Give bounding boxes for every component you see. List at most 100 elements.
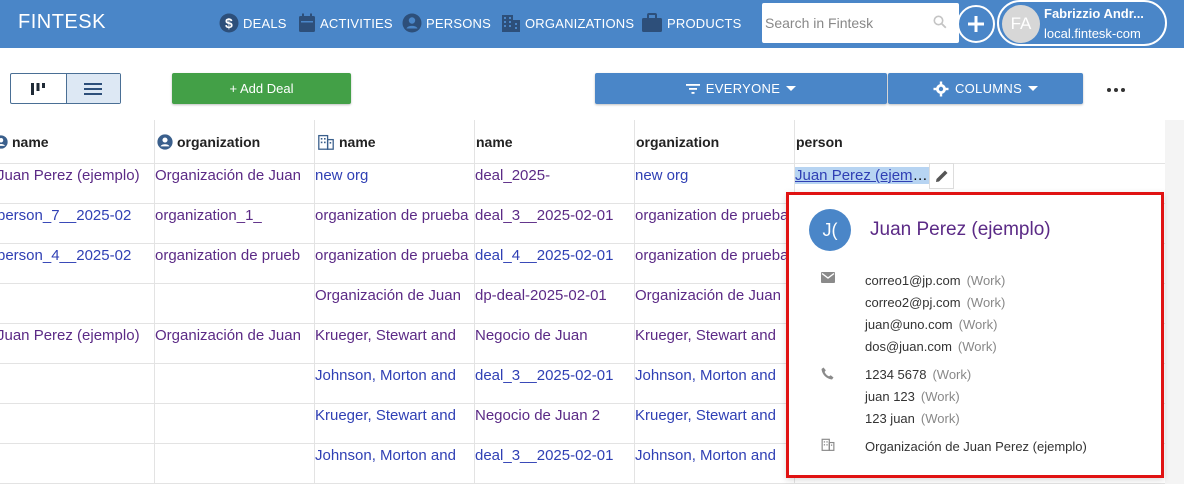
- nav-organizations-label: ORGANIZATIONS: [525, 15, 635, 31]
- deal-org-cell[interactable]: new org: [635, 164, 795, 204]
- app-logo[interactable]: FINTESK: [18, 11, 106, 34]
- column-header[interactable]: name: [475, 120, 635, 164]
- user-host: local.fintesk-com: [1044, 26, 1141, 41]
- more-options-button[interactable]: [1104, 80, 1128, 100]
- popup-email[interactable]: correo1@jp.com (Work): [865, 273, 1005, 288]
- deal-name-cell[interactable]: deal_3__2025-02-01: [475, 444, 635, 484]
- popup-email[interactable]: juan@uno.com (Work): [865, 317, 997, 332]
- nav-deals[interactable]: $ DEALS: [219, 12, 287, 34]
- filter-icon: [685, 83, 700, 94]
- phone-value: juan 123: [865, 389, 915, 404]
- list-icon: [84, 82, 103, 95]
- person-org-cell[interactable]: [155, 364, 315, 404]
- deal-name-cell[interactable]: dp-deal-2025-02-01: [475, 284, 635, 324]
- add-deal-button[interactable]: + Add Deal: [172, 73, 351, 104]
- person-icon: [402, 13, 422, 33]
- deal-org-cell[interactable]: Johnson, Morton and: [635, 364, 795, 404]
- person-org-cell[interactable]: [155, 404, 315, 444]
- column-header[interactable]: organization: [155, 120, 315, 164]
- person-name-cell[interactable]: Juan Perez (ejemplo): [0, 164, 155, 204]
- avatar: FA: [1002, 5, 1040, 43]
- person-name-cell[interactable]: person_7__2025-02: [0, 204, 155, 244]
- nav-activities[interactable]: ACTIVITIES: [298, 12, 393, 34]
- column-header[interactable]: organization: [635, 120, 795, 164]
- everyone-filter-button[interactable]: EVERYONE: [595, 73, 887, 104]
- columns-button[interactable]: COLUMNS: [888, 73, 1083, 104]
- building-icon: [318, 134, 334, 150]
- search-icon: [933, 15, 947, 29]
- email-type: (Work): [966, 295, 1006, 310]
- deal-person-link[interactable]: Juan Perez (ejemplo): [795, 167, 929, 184]
- caret-down-icon: [786, 85, 797, 91]
- column-header-label: name: [339, 134, 376, 150]
- person-org-cell[interactable]: Organización de Juan: [155, 324, 315, 364]
- person-name-cell[interactable]: [0, 404, 155, 444]
- person-org-cell[interactable]: [155, 284, 315, 324]
- more-icon: [1107, 88, 1125, 92]
- popup-phone[interactable]: 1234 5678 (Work): [865, 367, 971, 382]
- org-name-cell[interactable]: new org: [315, 164, 475, 204]
- svg-text:$: $: [225, 15, 233, 31]
- person-org-cell[interactable]: [155, 444, 315, 484]
- column-header[interactable]: name: [315, 120, 475, 164]
- org-name-cell[interactable]: Johnson, Morton and: [315, 364, 475, 404]
- email-value: correo2@pj.com: [865, 295, 961, 310]
- org-name-cell[interactable]: organization de prueba: [315, 244, 475, 284]
- deal-name-cell[interactable]: deal_3__2025-02-01: [475, 364, 635, 404]
- org-name-cell[interactable]: organization de prueba: [315, 204, 475, 244]
- popup-email[interactable]: correo2@pj.com (Work): [865, 295, 1005, 310]
- column-header-label: organization: [177, 134, 261, 150]
- kanban-icon: [31, 82, 46, 95]
- person-org-cell[interactable]: organization de prueb: [155, 244, 315, 284]
- column-header[interactable]: person: [795, 120, 955, 164]
- edit-cell-button[interactable]: [929, 163, 954, 189]
- column-header-label: organization: [636, 134, 720, 150]
- person-name-cell[interactable]: Juan Perez (ejemplo): [0, 324, 155, 364]
- deal-org-cell[interactable]: organization de prueba: [635, 244, 795, 284]
- nav-organizations[interactable]: ORGANIZATIONS: [501, 12, 634, 34]
- search-input[interactable]: [762, 3, 927, 43]
- deal-org-cell[interactable]: Johnson, Morton and: [635, 444, 795, 484]
- popup-person-name[interactable]: Juan Perez (ejemplo): [870, 219, 1051, 241]
- nav-activities-label: ACTIVITIES: [320, 15, 393, 31]
- caret-down-icon: [1028, 85, 1039, 91]
- deal-org-cell[interactable]: Krueger, Stewart and: [635, 324, 795, 364]
- person-name-cell[interactable]: [0, 284, 155, 324]
- top-bar: FINTESK $ DEALS ACTIVITIES PERSONS ORGAN…: [0, 0, 1184, 48]
- list-view-button[interactable]: [65, 74, 120, 103]
- nav-persons-label: PERSONS: [426, 15, 491, 31]
- person-org-cell[interactable]: organization_1_: [155, 204, 315, 244]
- deal-name-cell[interactable]: deal_3__2025-02-01: [475, 204, 635, 244]
- email-value: correo1@jp.com: [865, 273, 961, 288]
- deal-org-cell[interactable]: Organización de Juan: [635, 284, 795, 324]
- org-name-cell[interactable]: Johnson, Morton and: [315, 444, 475, 484]
- email-type: (Work): [957, 339, 997, 354]
- person-org-cell[interactable]: Organización de Juan: [155, 164, 315, 204]
- org-name-cell[interactable]: Organización de Juan: [315, 284, 475, 324]
- deal-name-cell[interactable]: Negocio de Juan 2: [475, 404, 635, 444]
- deal-org-cell[interactable]: organization de prueba: [635, 204, 795, 244]
- popup-phone[interactable]: 123 juan (Work): [865, 411, 960, 426]
- person-name-cell[interactable]: person_4__2025-02: [0, 244, 155, 284]
- phone-value: 1234 5678: [865, 367, 927, 382]
- org-name-cell[interactable]: Krueger, Stewart and: [315, 324, 475, 364]
- nav-persons[interactable]: PERSONS: [402, 12, 491, 34]
- person-name-cell[interactable]: [0, 364, 155, 404]
- phone-type: (Work): [920, 389, 960, 404]
- pipeline-view-button[interactable]: [11, 74, 66, 103]
- popup-email[interactable]: dos@juan.com (Work): [865, 339, 997, 354]
- deal-name-cell[interactable]: Negocio de Juan: [475, 324, 635, 364]
- deal-name-cell[interactable]: deal_2025-: [475, 164, 635, 204]
- deal-name-cell[interactable]: deal_4__2025-02-01: [475, 244, 635, 284]
- deal-org-cell[interactable]: Krueger, Stewart and: [635, 404, 795, 444]
- org-name-cell[interactable]: Krueger, Stewart and: [315, 404, 475, 444]
- person-name-cell[interactable]: [0, 444, 155, 484]
- popup-phone[interactable]: juan 123 (Work): [865, 389, 960, 404]
- user-menu[interactable]: FA Fabrizzio Andr... local.fintesk-com: [997, 0, 1167, 46]
- quick-add-button[interactable]: [957, 5, 995, 43]
- person-icon: [0, 135, 8, 149]
- nav-products[interactable]: PRODUCTS: [641, 12, 742, 34]
- popup-organization[interactable]: Organización de Juan Perez (ejemplo): [865, 439, 1087, 454]
- column-header[interactable]: name: [0, 120, 155, 164]
- deal-person-cell[interactable]: Juan Perez (ejemplo): [795, 164, 929, 186]
